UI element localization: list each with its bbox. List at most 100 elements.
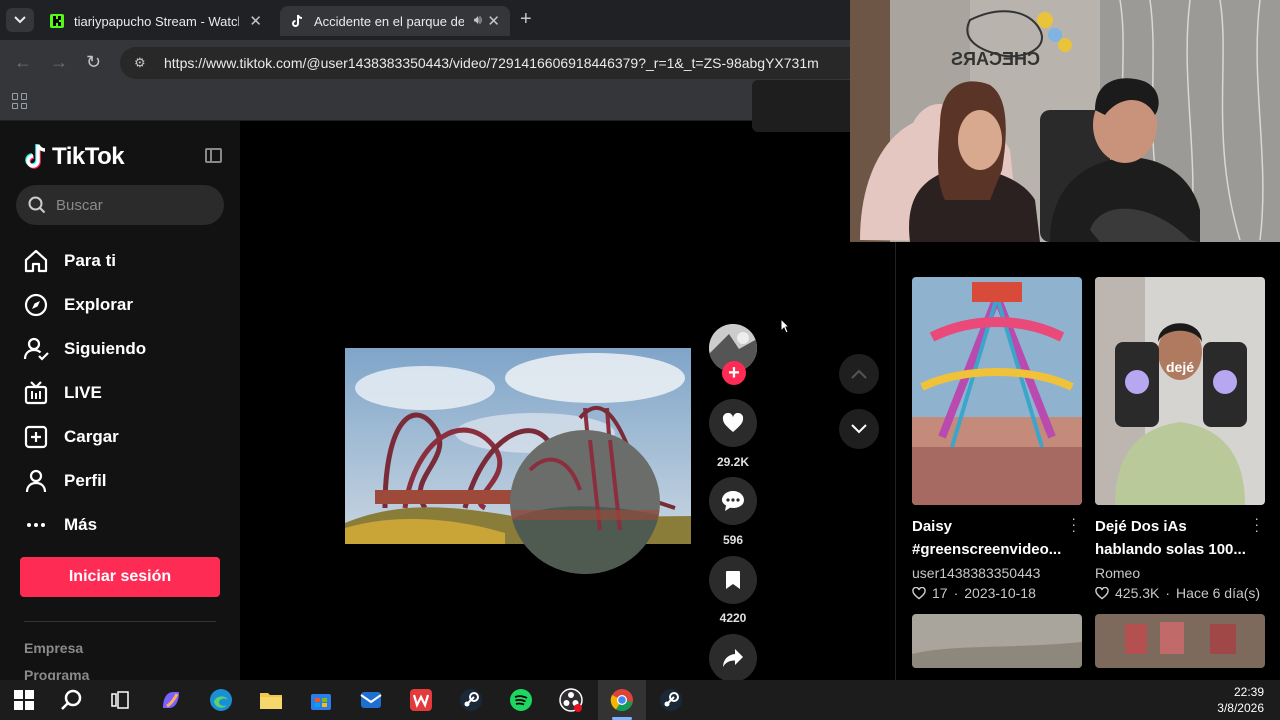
nav-item-siguiendo[interactable]: Siguiendo (22, 327, 146, 371)
share-arrow-icon (723, 649, 743, 667)
forward-arrow-icon[interactable]: → (50, 52, 68, 73)
card-likes: 425.3K (1115, 585, 1160, 601)
mouse-cursor-icon (780, 318, 790, 334)
back-arrow-icon[interactable]: ← (14, 52, 32, 73)
nav-label: Para ti (64, 251, 116, 270)
more-icon (27, 523, 45, 527)
obs-icon[interactable] (557, 686, 585, 714)
card-username[interactable]: user1438383350443 (912, 565, 1082, 581)
nav-label: Explorar (64, 295, 133, 314)
steam-icon[interactable] (457, 686, 485, 714)
video-thumbnail[interactable]: dejé (1095, 277, 1265, 505)
next-video-button[interactable] (839, 409, 879, 449)
video-thumbnail[interactable] (912, 614, 1082, 668)
more-options-icon[interactable]: · · · (1254, 511, 1259, 537)
wps-office-icon[interactable] (407, 686, 435, 714)
search-icon[interactable] (58, 686, 86, 714)
close-tab-icon[interactable]: ✕ (487, 12, 500, 30)
nav-label: Cargar (64, 427, 119, 446)
windows-start-icon[interactable] (10, 686, 38, 714)
video-thumbnail[interactable] (1095, 614, 1265, 668)
save-count: 4220 (719, 611, 747, 625)
footer-link-empresa[interactable]: Empresa (24, 640, 83, 656)
close-tab-icon[interactable]: ✕ (249, 12, 262, 30)
copilot-icon[interactable] (157, 686, 185, 714)
tab-tiktok-video[interactable]: Accidente en el parque del 🔊︎ ✕ (280, 6, 510, 36)
collapse-sidebar-icon[interactable] (205, 148, 222, 163)
nav-item-live[interactable]: LIVE (22, 371, 146, 415)
tiktok-logo[interactable]: TikTok (24, 143, 125, 171)
streamer-circle-cam (510, 430, 660, 574)
video-card[interactable] (1095, 614, 1265, 668)
comment-icon (722, 491, 744, 511)
video-card[interactable]: Daisy #greenscreenvideo... user143838335… (912, 277, 1082, 601)
search-box[interactable] (16, 185, 224, 225)
nav-item-cargar[interactable]: Cargar (22, 415, 146, 459)
tab-search-button[interactable] (6, 8, 34, 32)
video-thumbnail[interactable] (912, 277, 1082, 505)
site-settings-icon[interactable]: ⚙ (134, 55, 150, 71)
streamer-webcam: CHECARS (850, 0, 1280, 242)
chevron-down-icon (14, 16, 26, 24)
search-input[interactable] (56, 196, 206, 214)
url-text: https://www.tiktok.com/@user143838335044… (164, 55, 819, 71)
profile-icon (25, 469, 47, 493)
file-explorer-icon[interactable] (257, 686, 285, 714)
tiktok-note-icon (25, 144, 46, 169)
chevron-down-icon (851, 424, 867, 434)
tiktok-sidebar: TikTok Para ti Explorar Siguiendo LIVE (0, 121, 240, 683)
steam-icon[interactable] (657, 686, 685, 714)
card-username[interactable]: Romeo (1095, 565, 1265, 581)
search-icon (28, 196, 46, 214)
system-clock[interactable]: 22:39 3/8/2026 (1217, 684, 1264, 716)
nav-item-mas[interactable]: Más (22, 503, 146, 547)
upload-icon (24, 425, 48, 449)
clock-date: 3/8/2026 (1217, 701, 1264, 715)
previous-video-button[interactable] (839, 354, 879, 394)
tab-title: Accidente en el parque del (314, 13, 464, 29)
edge-browser-icon[interactable] (207, 686, 235, 714)
browser-toolbar: ← → ↻ ⚙ https://www.tiktok.com/@user1438… (0, 40, 850, 86)
card-date: 2023-10-18 (964, 585, 1036, 601)
card-title[interactable]: Daisy #greenscreenvideo... (912, 515, 1082, 561)
store-icon[interactable] (307, 686, 335, 714)
follow-button[interactable]: + (722, 361, 746, 385)
chrome-icon[interactable] (608, 686, 636, 714)
tab-kick-stream[interactable]: tiariypapucho Stream - Watch L ✕ (40, 6, 272, 36)
video-card[interactable]: dejé Dejé Dos iAs hablando solas 100... … (1095, 277, 1265, 601)
address-bar[interactable]: ⚙ https://www.tiktok.com/@user1438383350… (120, 47, 850, 79)
share-button[interactable] (709, 634, 757, 682)
live-icon (24, 381, 48, 405)
comment-count: 596 (722, 533, 744, 547)
heart-outline-icon (1095, 586, 1109, 599)
tab-bar: tiariypapucho Stream - Watch L ✕ Acciden… (0, 0, 850, 40)
save-button[interactable] (709, 556, 757, 604)
divider (24, 621, 216, 622)
video-card[interactable] (912, 614, 1082, 668)
more-options-icon[interactable]: · · · (1071, 511, 1076, 537)
card-stats: 17 · 2023-10-18 (912, 585, 1082, 601)
apps-grid-icon[interactable] (12, 93, 28, 109)
login-button[interactable]: Iniciar sesión (20, 557, 220, 597)
spotify-icon[interactable] (507, 686, 535, 714)
reload-icon[interactable]: ↻ (86, 52, 101, 73)
thumbnail-overlay-text: dejé (1166, 359, 1194, 375)
nav-item-perfil[interactable]: Perfil (22, 459, 146, 503)
comment-button[interactable] (709, 477, 757, 525)
nav-item-para-ti[interactable]: Para ti (22, 239, 146, 283)
card-title[interactable]: Dejé Dos iAs hablando solas 100... (1095, 515, 1265, 561)
like-button[interactable] (709, 399, 757, 447)
side-panel-edge (752, 80, 850, 132)
card-date: Hace 6 día(s) (1176, 585, 1261, 601)
following-icon (23, 337, 49, 361)
task-view-icon[interactable] (106, 686, 134, 714)
mail-icon[interactable] (357, 686, 385, 714)
clock-time: 22:39 (1233, 685, 1264, 699)
tab-title: tiariypapucho Stream - Watch L (74, 13, 239, 29)
bookmarks-bar (0, 86, 850, 121)
nav-item-explorar[interactable]: Explorar (22, 283, 146, 327)
webcam-sign-text: CHECARS (951, 49, 1040, 69)
new-tab-button[interactable]: + (520, 8, 532, 31)
speaker-icon[interactable]: 🔊︎ (474, 12, 482, 28)
like-count: 29.2K (716, 455, 750, 469)
